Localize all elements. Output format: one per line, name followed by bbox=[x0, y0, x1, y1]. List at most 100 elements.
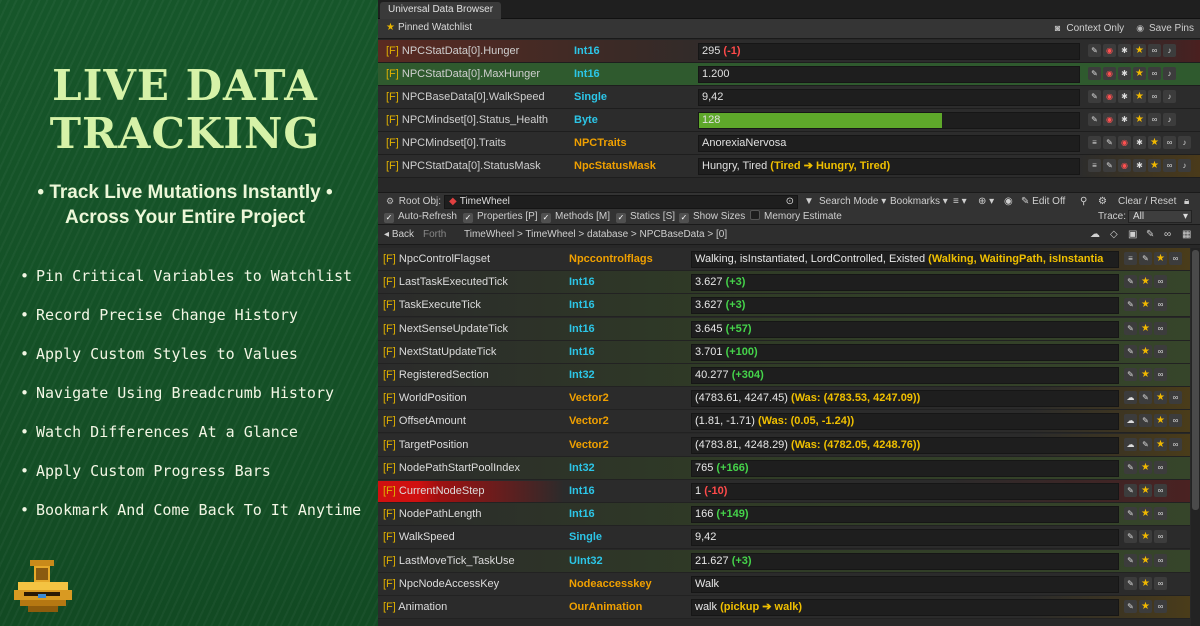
settings-icon[interactable]: ⚙ bbox=[1098, 195, 1107, 209]
note-icon[interactable]: ✎ bbox=[1124, 368, 1137, 381]
table-row[interactable]: [F] RegisteredSection Int32 40.277 (+304) ✎… bbox=[378, 364, 1190, 387]
star-icon[interactable]: ★ bbox=[1154, 252, 1167, 265]
link-icon[interactable]: ∞ bbox=[1154, 368, 1167, 381]
watch-value-field[interactable]: 128 bbox=[698, 112, 1080, 129]
star-icon[interactable]: ★ bbox=[1148, 136, 1161, 149]
record-icon[interactable]: ◉ bbox=[1103, 67, 1116, 80]
table-row[interactable]: [F] TaskExecuteTick Int16 3.627 (+3) ✎ ★ ∞ bbox=[378, 294, 1190, 318]
table-row[interactable]: [F] LastMoveTick_TaskUse UInt32 21.627 (+3… bbox=[378, 549, 1190, 573]
search-mode-dropdown[interactable]: Search Mode ▾ bbox=[819, 195, 886, 209]
music-icon[interactable]: ♪ bbox=[1178, 136, 1191, 149]
note-icon[interactable]: ✎ bbox=[1124, 600, 1137, 613]
watch-row[interactable]: [F] NPCStatData[0].MaxHunger Int16 1.200 ✎ ◉… bbox=[378, 63, 1200, 86]
star-icon[interactable]: ★ bbox=[1139, 600, 1152, 613]
record-icon[interactable]: ◉ bbox=[1103, 113, 1116, 126]
paint-icon[interactable]: ✎ bbox=[1146, 228, 1154, 242]
watch-row[interactable]: [F] NPCStatData[0].Hunger Int16 295 (-1) ✎ ◉… bbox=[378, 40, 1200, 63]
note-icon[interactable]: ✎ bbox=[1088, 44, 1101, 57]
watch-value-field[interactable]: 295 (-1) bbox=[698, 43, 1080, 60]
window-tab[interactable]: Universal Data Browser bbox=[380, 2, 502, 19]
note-icon[interactable]: ✎ bbox=[1139, 414, 1152, 428]
table-row[interactable]: [F] NextStatUpdateTick Int16 3.701 (+100) ✎… bbox=[378, 340, 1190, 364]
link-icon[interactable]: ∞ bbox=[1154, 530, 1167, 544]
star-icon[interactable]: ★ bbox=[1139, 321, 1152, 335]
link-icon[interactable]: ∞ bbox=[1154, 298, 1167, 312]
bug-icon[interactable]: ✱ bbox=[1118, 44, 1131, 57]
cloud-icon[interactable]: ☁ bbox=[1124, 391, 1137, 405]
bug-icon[interactable]: ✱ bbox=[1118, 90, 1131, 103]
table-row[interactable]: [F] CurrentNodeStep Int16 1 (-10) ✎ ★ ∞ bbox=[378, 480, 1190, 503]
link-icon[interactable]: ∞ bbox=[1163, 136, 1176, 149]
note-icon[interactable]: ✎ bbox=[1124, 298, 1137, 312]
table-row[interactable]: [F] NodePathLength Int16 166 (+149) ✎ ★ ∞ bbox=[378, 503, 1190, 527]
link-icon[interactable]: ∞ bbox=[1169, 414, 1182, 428]
property-value-field[interactable]: 166 (+149) bbox=[691, 506, 1119, 524]
star-icon[interactable]: ★ bbox=[1139, 298, 1152, 312]
edit-off-toggle[interactable]: ✎ Edit Off bbox=[1021, 195, 1065, 209]
watch-value-field[interactable]: 9,42 bbox=[698, 89, 1080, 106]
link-icon[interactable]: ∞ bbox=[1163, 159, 1176, 172]
memory-estimate-checkbox[interactable]: Memory Estimate bbox=[750, 210, 842, 224]
star-icon[interactable]: ★ bbox=[1154, 391, 1167, 405]
table-row[interactable]: [F] Animation OurAnimation walk (pickup ➔ … bbox=[378, 596, 1190, 619]
note-icon[interactable]: ✎ bbox=[1124, 344, 1137, 358]
lock-icon[interactable]: 🔒︎ bbox=[1184, 195, 1189, 209]
property-value-field[interactable]: 3.645 (+57) bbox=[691, 320, 1119, 338]
context-only-toggle[interactable]: ◙ Context Only bbox=[1052, 22, 1124, 34]
link-icon[interactable]: ∞ bbox=[1154, 553, 1167, 567]
link-icon[interactable]: ∞ bbox=[1169, 252, 1182, 265]
property-value-field[interactable]: 1 (-10) bbox=[691, 483, 1119, 500]
music-icon[interactable]: ♪ bbox=[1163, 113, 1176, 126]
link-icon[interactable]: ∞ bbox=[1154, 576, 1167, 590]
methods-checkbox[interactable]: ✓ Methods [M] bbox=[541, 210, 610, 224]
show-sizes-checkbox[interactable]: ✓ Show Sizes bbox=[679, 210, 745, 224]
record-icon[interactable]: ◉ bbox=[1118, 136, 1131, 149]
property-value-field[interactable]: walk (pickup ➔ walk) bbox=[691, 599, 1119, 616]
link-icon[interactable]: ∞ bbox=[1154, 275, 1167, 289]
star-icon[interactable]: ★ bbox=[1139, 553, 1152, 567]
star-icon[interactable]: ★ bbox=[1139, 507, 1152, 521]
list-icon[interactable]: ≡ bbox=[1088, 159, 1101, 172]
star-icon[interactable]: ★ bbox=[1139, 576, 1152, 590]
property-value-field[interactable]: 40.277 (+304) bbox=[691, 367, 1119, 384]
root-object-field[interactable]: ◆ TimeWheel ⊙ bbox=[444, 195, 798, 209]
link-icon[interactable]: ∞ bbox=[1164, 228, 1171, 242]
watch-row[interactable]: [F] NPCBaseData[0].WalkSpeed Single 9,42 ✎ ◉… bbox=[378, 86, 1200, 109]
note-icon[interactable]: ✎ bbox=[1088, 67, 1101, 80]
note-icon[interactable]: ✎ bbox=[1124, 484, 1137, 497]
bug-icon[interactable]: ✱ bbox=[1118, 67, 1131, 80]
link-icon[interactable]: ∞ bbox=[1148, 90, 1161, 103]
table-row[interactable]: [F] NodePathStartPoolIndex Int32 765 (+166… bbox=[378, 456, 1190, 480]
cloud-icon[interactable]: ☁ bbox=[1090, 228, 1100, 242]
table-row[interactable]: [F] OffsetAmount Vector2 (1.81, -1.71) (Wa… bbox=[378, 410, 1190, 434]
note-icon[interactable]: ✎ bbox=[1088, 113, 1101, 126]
note-icon[interactable]: ✎ bbox=[1124, 275, 1137, 289]
watch-row[interactable]: [F] NPCStatData[0].StatusMask NpcStatusMa… bbox=[378, 155, 1200, 178]
property-value-field[interactable]: 3.627 (+3) bbox=[691, 274, 1119, 292]
gear-icon[interactable]: ⚙ bbox=[384, 195, 396, 207]
note-icon[interactable]: ✎ bbox=[1124, 576, 1137, 590]
note-icon[interactable]: ✎ bbox=[1139, 252, 1152, 265]
table-row[interactable]: [F] WorldPosition Vector2 (4783.61, 4247.4… bbox=[378, 387, 1190, 411]
note-icon[interactable]: ✎ bbox=[1103, 136, 1116, 149]
property-value-field[interactable]: Walk bbox=[691, 575, 1119, 593]
list-icon[interactable]: ≡ bbox=[1124, 252, 1137, 265]
eye-toggle-icon[interactable]: ◉ bbox=[1004, 195, 1013, 209]
trace-dropdown[interactable]: All ▾ bbox=[1128, 210, 1192, 223]
property-value-field[interactable]: 9,42 bbox=[691, 529, 1119, 547]
record-icon[interactable]: ◉ bbox=[1103, 90, 1116, 103]
link-icon[interactable]: ∞ bbox=[1169, 437, 1182, 451]
target-icon[interactable]: ⊙ bbox=[786, 196, 794, 208]
forth-button[interactable]: Forth bbox=[423, 228, 446, 242]
star-icon[interactable]: ★ bbox=[1133, 113, 1146, 126]
music-icon[interactable]: ♪ bbox=[1163, 90, 1176, 103]
link-icon[interactable]: ∞ bbox=[1148, 113, 1161, 126]
property-value-field[interactable]: 3.701 (+100) bbox=[691, 343, 1119, 361]
table-row[interactable]: [F] WalkSpeed Single 9,42 ✎ ★ ∞ bbox=[378, 526, 1190, 550]
box-icon[interactable]: ▣ bbox=[1128, 228, 1137, 242]
link-icon[interactable]: ∞ bbox=[1154, 321, 1167, 335]
grid-icon[interactable]: ▦ bbox=[1182, 228, 1191, 242]
pin-icon[interactable]: ⚲ bbox=[1080, 195, 1087, 209]
star-icon[interactable]: ★ bbox=[1148, 159, 1161, 172]
property-value-field[interactable]: (4783.61, 4247.45) (Was: (4783.53, 4247.… bbox=[691, 390, 1119, 408]
